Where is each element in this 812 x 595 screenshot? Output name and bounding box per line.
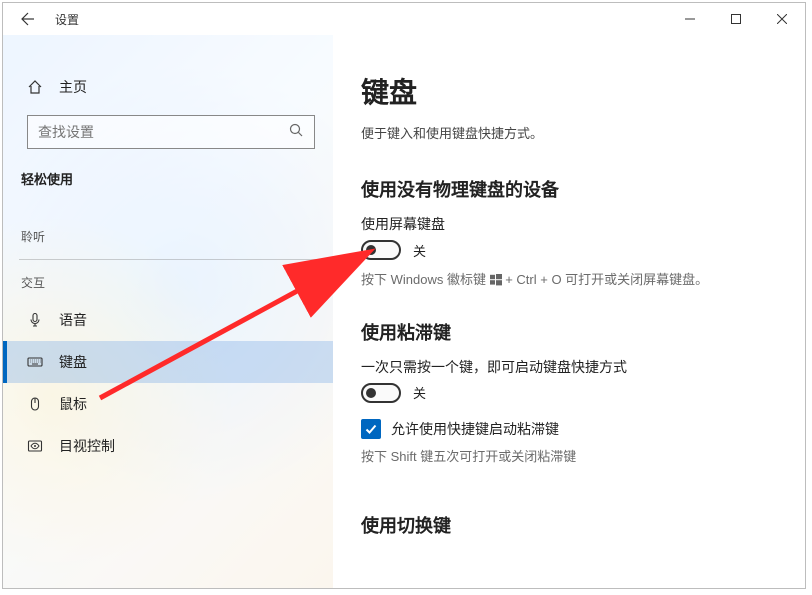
sidebar-item-keyboard[interactable]: 键盘 bbox=[3, 341, 333, 383]
sidebar-item-label: 目视控制 bbox=[51, 436, 115, 456]
microphone-icon bbox=[27, 312, 51, 328]
checkbox-sticky-shortcut[interactable] bbox=[361, 419, 381, 439]
sidebar-item-speech[interactable]: 语音 bbox=[3, 299, 333, 341]
sidebar-item-label: 键盘 bbox=[51, 352, 87, 372]
search-input[interactable] bbox=[38, 124, 288, 140]
section-heading-togglekeys: 使用切换键 bbox=[361, 512, 781, 538]
sidebar-category: 轻松使用 bbox=[3, 155, 333, 196]
hint-sticky: 按下 Shift 键五次可打开或关闭粘滞键 bbox=[361, 447, 781, 468]
close-button[interactable] bbox=[759, 3, 805, 35]
setting-label-sticky: 一次只需按一个键，即可启动键盘快捷方式 bbox=[361, 357, 781, 377]
setting-label-osk: 使用屏幕键盘 bbox=[361, 214, 781, 234]
settings-window: 设置 主页 轻松使用 聆听 bbox=[2, 2, 806, 589]
toggle-osk-state: 关 bbox=[413, 241, 426, 260]
section-heading-osk: 使用没有物理键盘的设备 bbox=[361, 176, 781, 202]
windows-key-icon bbox=[490, 274, 502, 286]
sidebar-item-mouse[interactable]: 鼠标 bbox=[3, 383, 333, 425]
minimize-button[interactable] bbox=[667, 3, 713, 35]
mouse-icon bbox=[27, 396, 51, 412]
sidebar: 主页 轻松使用 聆听 交互 语音 bbox=[3, 35, 333, 588]
toggle-sticky-state: 关 bbox=[413, 383, 426, 402]
home-label: 主页 bbox=[51, 77, 87, 97]
section-heading-sticky: 使用粘滞键 bbox=[361, 319, 781, 345]
keyboard-icon bbox=[27, 354, 51, 370]
page-subtitle: 便于键入和使用键盘快捷方式。 bbox=[361, 123, 781, 142]
search-icon bbox=[288, 122, 304, 143]
titlebar: 设置 bbox=[3, 3, 805, 35]
window-title: 设置 bbox=[49, 3, 667, 35]
search-box[interactable] bbox=[27, 115, 315, 149]
sidebar-item-label: 鼠标 bbox=[51, 394, 87, 414]
toggle-sticky[interactable] bbox=[361, 383, 401, 403]
checkbox-sticky-label: 允许使用快捷键启动粘滞键 bbox=[381, 419, 559, 439]
sidebar-group-hearing: 聆听 bbox=[3, 214, 333, 253]
sidebar-item-label: 语音 bbox=[51, 310, 87, 330]
maximize-button[interactable] bbox=[713, 3, 759, 35]
toggle-osk[interactable] bbox=[361, 240, 401, 260]
hint-osk: 按下 Windows 徽标键 + Ctrl + O 可打开或关闭屏幕键盘。 bbox=[361, 270, 781, 291]
sidebar-group-interaction: 交互 bbox=[3, 260, 333, 299]
main-content: 键盘 便于键入和使用键盘快捷方式。 使用没有物理键盘的设备 使用屏幕键盘 关 按… bbox=[333, 35, 805, 588]
sidebar-item-eye-control[interactable]: 目视控制 bbox=[3, 425, 333, 467]
home-nav[interactable]: 主页 bbox=[3, 67, 333, 107]
page-title: 键盘 bbox=[361, 71, 781, 111]
home-icon bbox=[27, 79, 51, 95]
back-button[interactable] bbox=[3, 3, 49, 35]
eye-control-icon bbox=[27, 438, 51, 454]
